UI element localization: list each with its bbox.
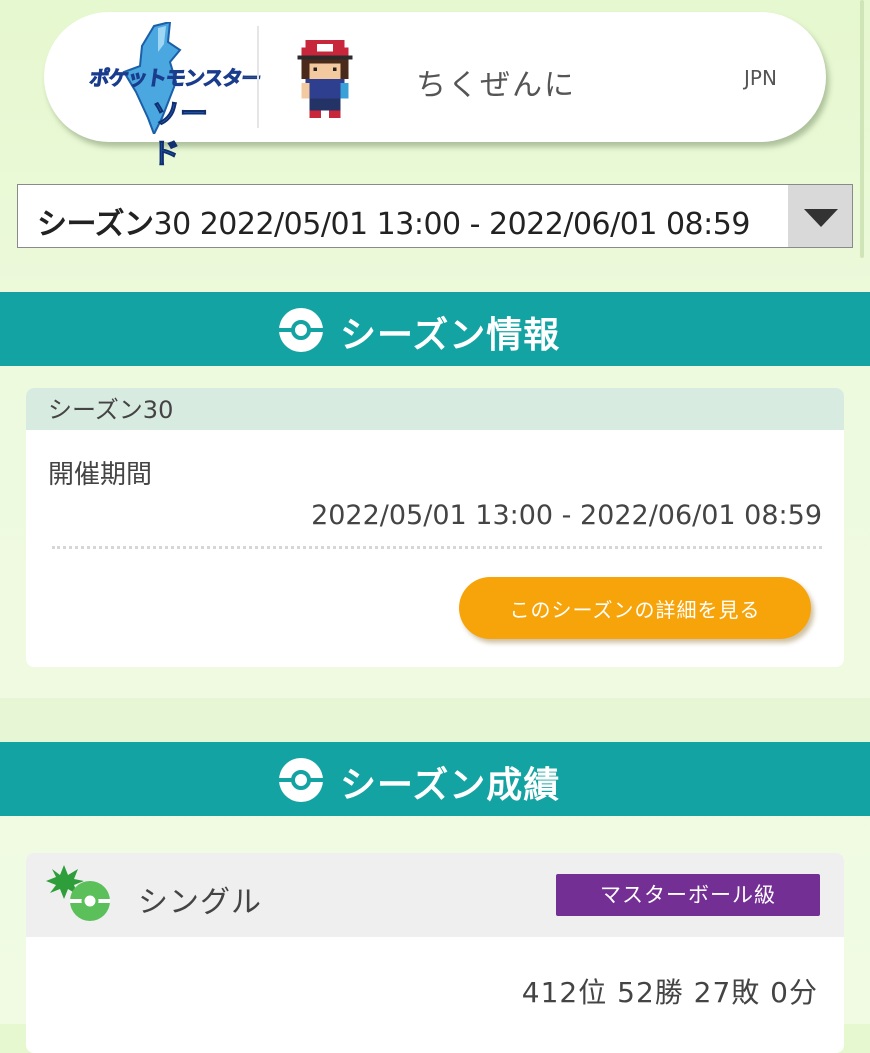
battle-type-label: シングル <box>138 885 262 920</box>
rank-class-badge: マスターボール級 <box>556 874 820 916</box>
logo-subtitle: ソード <box>152 97 209 171</box>
region-label: JPN <box>744 66 777 90</box>
dropdown-arrow-icon[interactable] <box>788 185 852 247</box>
profile-divider <box>257 26 259 128</box>
scrollbar[interactable] <box>860 0 864 258</box>
pokeball-icon <box>279 308 323 352</box>
section-gap <box>0 698 870 742</box>
period-label: 開催期間 <box>48 460 153 490</box>
season-results-title: シーズン成績 <box>340 765 561 806</box>
season-record: 412位 52勝 27敗 0分 <box>521 976 818 1009</box>
season-select-value: シーズン30 2022/05/01 13:00 - 2022/06/01 08:… <box>37 207 750 242</box>
season-detail-button[interactable]: このシーズンの詳細を見る <box>459 577 811 639</box>
season-info-card: シーズン30 開催期間 2022/05/01 13:00 - 2022/06/0… <box>26 388 844 667</box>
season-card-title: シーズン30 <box>26 388 844 430</box>
season-results-card: シングル マスターボール級 412位 52勝 27敗 0分 <box>26 853 844 1053</box>
season-results-header: シーズン成績 <box>0 742 870 816</box>
profile-card: ポケットモンスター ソード ちくぜんに JPN <box>44 12 826 171</box>
season-select[interactable]: シーズン30 2022/05/01 13:00 - 2022/06/01 08:… <box>17 184 853 248</box>
logo-title: ポケットモンスター <box>88 66 263 91</box>
trainer-avatar <box>289 36 361 122</box>
season-info-header: シーズン情報 <box>0 292 870 366</box>
season-info-title: シーズン情報 <box>340 315 561 356</box>
pokeball-icon <box>279 758 323 802</box>
period-value: 2022/05/01 13:00 - 2022/06/01 08:59 <box>311 500 822 531</box>
dotted-divider <box>52 546 822 549</box>
game-logo: ポケットモンスター ソード <box>84 20 263 171</box>
single-battle-icon <box>46 863 116 925</box>
results-head: シングル マスターボール級 <box>26 853 844 937</box>
trainer-name: ちくぜんに <box>416 68 576 103</box>
